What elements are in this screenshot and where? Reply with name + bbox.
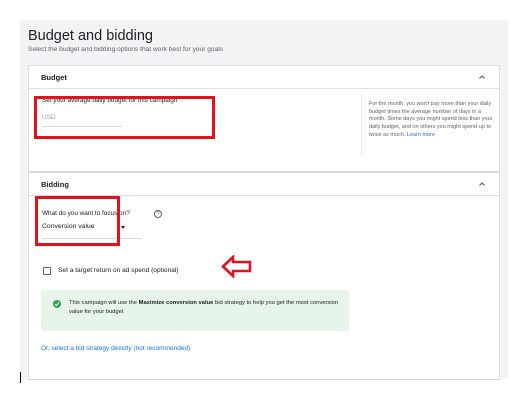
text-cursor: [20, 372, 21, 383]
focus-highlight-box: [35, 196, 120, 246]
target-roas-label[interactable]: Set a target return on ad spend (optiona…: [58, 267, 179, 274]
budget-highlight-box: [34, 96, 215, 139]
page-title: Budget and bidding: [28, 28, 153, 44]
select-bid-strategy-link[interactable]: Or, select a bid strategy directly (not …: [41, 345, 190, 352]
target-roas-checkbox[interactable]: [43, 267, 51, 275]
budget-note: For the month, you won't pay more than y…: [369, 101, 494, 140]
bidding-card-header[interactable]: Bidding: [29, 173, 499, 196]
budget-note-divider: [361, 94, 362, 156]
notice-text: This campaign will use the Maximize conv…: [69, 299, 339, 317]
notice-strategy-name: Maximize conversion value: [138, 300, 214, 306]
budget-card-header[interactable]: Budget: [29, 66, 499, 89]
caret-down-icon[interactable]: [121, 226, 125, 229]
page-subtitle: Select the budget and bidding options th…: [28, 46, 224, 53]
learn-more-link[interactable]: Learn more: [407, 132, 435, 138]
help-icon[interactable]: ?: [154, 210, 162, 218]
check-circle-icon: [53, 300, 61, 308]
chevron-up-icon[interactable]: [477, 72, 487, 82]
notice-text-prefix: This campaign will use the: [69, 300, 139, 306]
bidding-card-title: Bidding: [41, 180, 69, 189]
red-arrow-annotation: [221, 255, 252, 278]
bid-strategy-notice: This campaign will use the Maximize conv…: [41, 290, 349, 331]
budget-card-title: Budget: [41, 73, 67, 82]
chevron-up-icon[interactable]: [477, 179, 487, 189]
budget-and-bidding-page: Budget and bidding Select the budget and…: [20, 20, 508, 380]
